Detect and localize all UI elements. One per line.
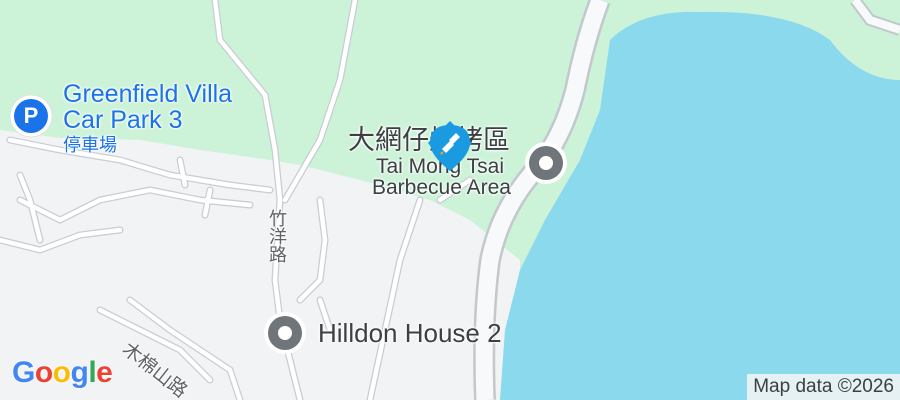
landmark-marker-icon[interactable] [523, 140, 569, 186]
bbq-area-name-en-line2[interactable]: Barbecue Area [372, 177, 511, 199]
parking-icon-letter: P [23, 103, 39, 128]
google-logo-letter: o [52, 356, 71, 389]
google-logo-letter: g [70, 356, 89, 389]
road-label-chuk-yeung: 竹洋路 [269, 209, 287, 265]
google-logo-letter: e [96, 356, 113, 389]
google-logo-letter: o [34, 356, 53, 389]
hilldon-house-marker-icon[interactable] [262, 310, 308, 356]
selected-location-pin-icon[interactable] [420, 115, 480, 175]
car-park-name-zh[interactable]: 停車場 [63, 135, 117, 155]
hilldon-house-name[interactable]: Hilldon House 2 [318, 318, 502, 348]
map-attribution[interactable]: Map data ©2026 [747, 374, 900, 400]
google-logo[interactable]: Google [12, 356, 113, 390]
google-logo-letter: G [12, 356, 35, 389]
google-logo-letter: l [88, 356, 97, 389]
map-canvas[interactable]: P Greenfield Villa Car Park 3 停車場 大網仔燒烤區… [0, 0, 900, 400]
car-park-name-line2[interactable]: Car Park 3 [63, 106, 182, 134]
car-park-marker[interactable]: P [8, 93, 54, 139]
car-park-name-line1[interactable]: Greenfield Villa [63, 80, 232, 108]
